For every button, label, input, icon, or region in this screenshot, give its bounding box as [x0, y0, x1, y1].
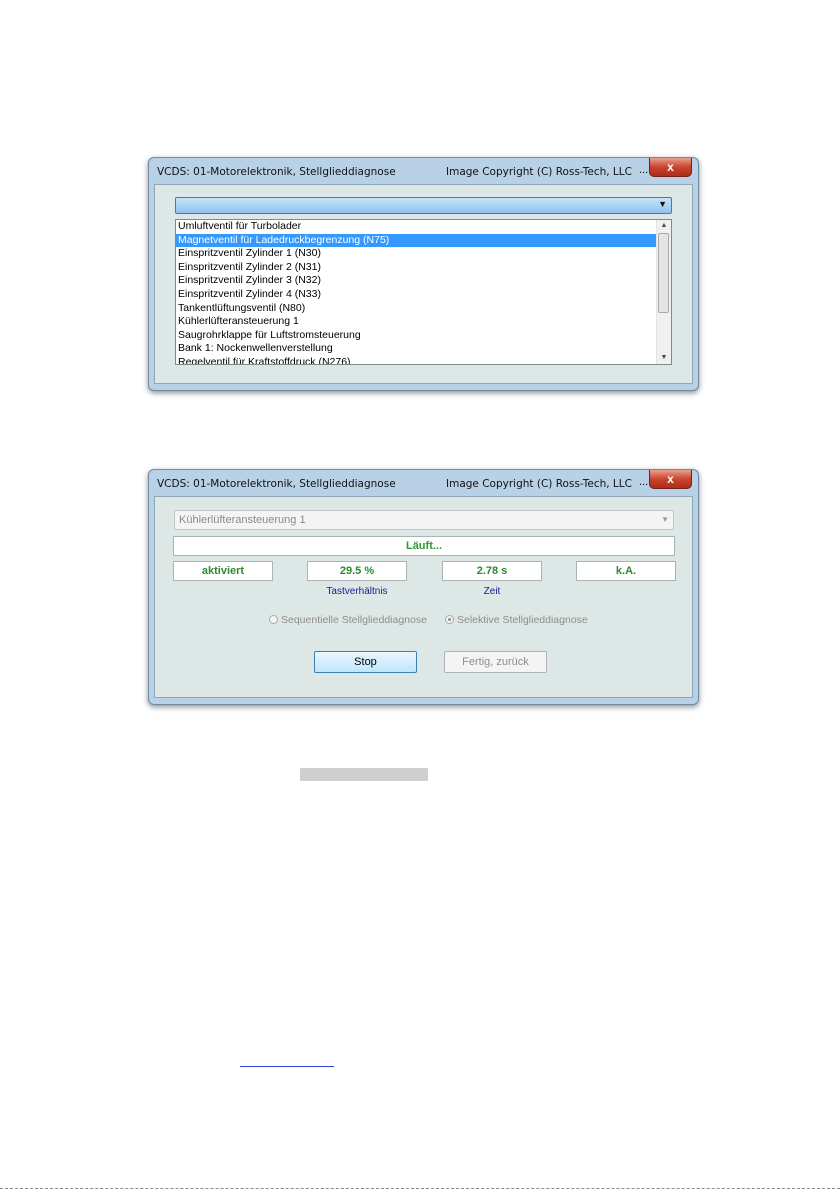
list-item[interactable]: Bank 1: Nockenwellenverstellung	[176, 342, 657, 356]
list-item[interactable]: Einspritzventil Zylinder 3 (N32)	[176, 274, 657, 288]
close-button[interactable]: x	[649, 158, 692, 177]
vcds-window-selection: VCDS: 01-Motorelektronik, Stellglieddiag…	[148, 157, 699, 391]
chevron-down-icon[interactable]: ▼	[658, 199, 667, 209]
list-item[interactable]: Saugrohrklappe für Luftstromsteuerung	[176, 329, 657, 343]
copyright-text: Image Copyright (C) Ross-Tech, LLC	[446, 478, 632, 490]
overflow-dots: ...	[639, 164, 649, 176]
title-bar[interactable]: VCDS: 01-Motorelektronik, Stellglieddiag…	[149, 470, 698, 496]
function-dropdown[interactable]: ▼	[175, 197, 672, 214]
value-time: 2.78 s	[442, 561, 542, 581]
vcds-window-running: VCDS: 01-Motorelektronik, Stellglieddiag…	[148, 469, 699, 705]
radio-selective: Selektive Stellglieddiagnose	[445, 614, 588, 626]
chevron-down-icon: ▼	[661, 515, 669, 524]
list-item[interactable]: Einspritzventil Zylinder 2 (N31)	[176, 261, 657, 275]
list-item[interactable]: Einspritzventil Zylinder 1 (N30)	[176, 247, 657, 261]
list-item[interactable]: Kühlerlüfteransteuerung 1	[176, 315, 657, 329]
done-back-button: Fertig, zurück	[444, 651, 547, 673]
list-item[interactable]: Regelventil für Kraftstoffdruck (N276)	[176, 356, 657, 364]
window-client-area: Kühlerlüfteransteuerung 1 ▼ Läuft... akt…	[154, 496, 693, 698]
title-bar[interactable]: VCDS: 01-Motorelektronik, Stellglieddiag…	[149, 158, 698, 184]
close-icon: x	[667, 160, 674, 174]
function-dropdown-disabled: Kühlerlüfteransteuerung 1 ▼	[174, 510, 674, 530]
page-footer-divider	[0, 1188, 840, 1189]
dropdown-value: Kühlerlüfteransteuerung 1	[179, 514, 306, 526]
close-icon: x	[667, 472, 674, 486]
window-title: VCDS: 01-Motorelektronik, Stellglieddiag…	[157, 166, 396, 178]
list-item[interactable]: Magnetventil für Ladedruckbegrenzung (N7…	[176, 233, 657, 248]
value-extra: k.A.	[576, 561, 676, 581]
radio-sequential-label: Sequentielle Stellglieddiagnose	[281, 614, 427, 626]
overflow-dots: ...	[639, 476, 649, 488]
hyperlink-underline[interactable]	[240, 1066, 334, 1067]
redacted-text-bar	[300, 768, 428, 781]
scroll-thumb[interactable]	[658, 233, 669, 313]
radio-button-selected-icon	[445, 615, 454, 624]
scroll-up-icon[interactable]: ▲	[657, 220, 671, 232]
radio-selective-label: Selektive Stellglieddiagnose	[457, 614, 588, 626]
copyright-text: Image Copyright (C) Ross-Tech, LLC	[446, 166, 632, 178]
function-list[interactable]: Umluftventil für Turbolader Magnetventil …	[175, 219, 672, 365]
value-state: aktiviert	[173, 561, 273, 581]
close-button[interactable]: x	[649, 470, 692, 489]
list-item[interactable]: Tankentlüftungsventil (N80)	[176, 302, 657, 316]
scroll-down-icon[interactable]: ▼	[657, 352, 671, 364]
vertical-scrollbar[interactable]: ▲ ▼	[656, 220, 671, 364]
value-duty-cycle: 29.5 %	[307, 561, 407, 581]
radio-button-icon	[269, 615, 278, 624]
window-title: VCDS: 01-Motorelektronik, Stellglieddiag…	[157, 478, 396, 490]
stop-button[interactable]: Stop	[314, 651, 417, 673]
radio-sequential: Sequentielle Stellglieddiagnose	[269, 614, 427, 626]
window-client-area: ▼ Umluftventil für Turbolader Magnetventi…	[154, 184, 693, 384]
list-item[interactable]: Einspritzventil Zylinder 4 (N33)	[176, 288, 657, 302]
label-duty-cycle: Tastverhältnis	[326, 586, 388, 597]
status-display: Läuft...	[173, 536, 675, 556]
label-time: Zeit	[483, 586, 501, 597]
list-item[interactable]: Umluftventil für Turbolader	[176, 220, 657, 234]
